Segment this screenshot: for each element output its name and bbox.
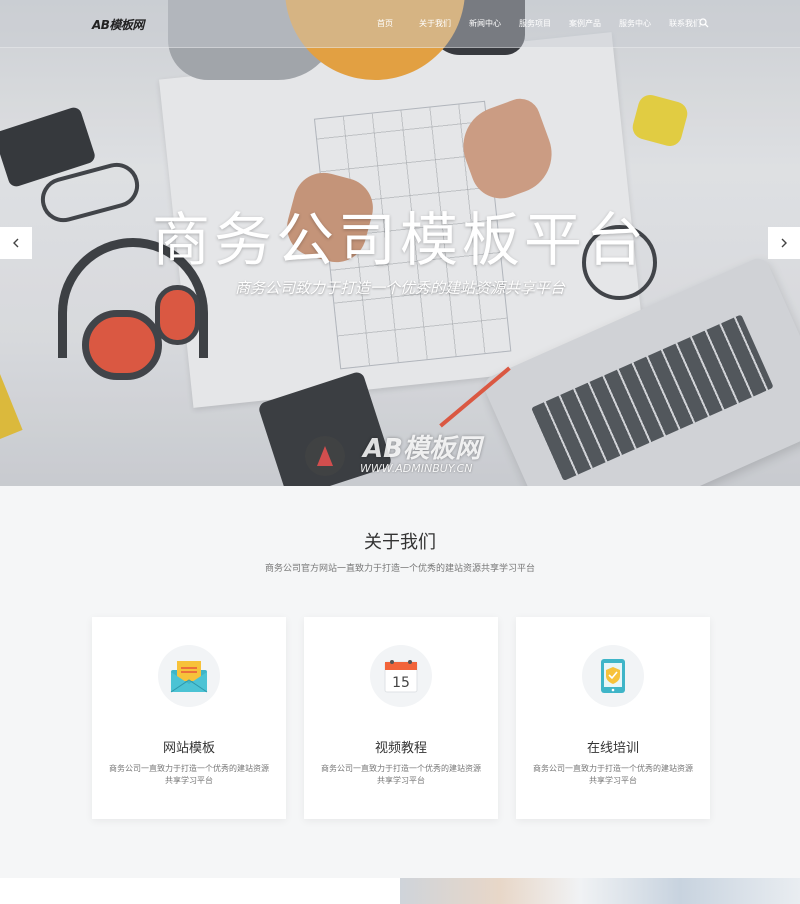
card-desc: 商务公司一直致力于打造一个优秀的建站资源共享学习平台 [109, 764, 269, 785]
next-section-image [400, 878, 800, 904]
navbar: AB模板网 首页 关于我们 新闻中心 服务项目 案例产品 服务中心 联系我们 [0, 0, 800, 48]
feature-card-templates[interactable]: 网站模板 商务公司一直致力于打造一个优秀的建站资源共享学习平台 [92, 617, 286, 819]
hero-title: 商务公司模板平台 [151, 206, 648, 274]
feature-card-videos[interactable]: 15 视频教程 商务公司一直致力于打造一个优秀的建站资源共享学习平台 [304, 617, 498, 819]
watermark-text: AB模板网 [363, 434, 481, 464]
card-desc: 商务公司一直致力于打造一个优秀的建站资源共享学习平台 [321, 764, 481, 785]
nav-item-about[interactable]: 关于我们 [410, 18, 460, 29]
envelope-icon [158, 645, 220, 707]
search-icon[interactable] [699, 18, 709, 28]
watermark-url: WWW.ADMINBUY.CN [360, 462, 473, 475]
card-title: 视频教程 [374, 741, 427, 756]
slider-prev-button[interactable] [0, 227, 32, 259]
chevron-left-icon [13, 238, 19, 248]
tablet-shield-icon [582, 645, 644, 707]
nav-item-news[interactable]: 新闻中心 [460, 18, 510, 29]
calendar-icon: 15 [370, 645, 432, 707]
card-desc: 商务公司一直致力于打造一个优秀的建站资源共享学习平台 [533, 764, 693, 785]
nav-item-cases[interactable]: 案例产品 [560, 18, 610, 29]
site-logo[interactable]: AB模板网 [92, 16, 144, 33]
about-title: 关于我们 [364, 532, 436, 553]
watermark-logo-icon [305, 436, 345, 476]
nav-item-services[interactable]: 服务项目 [510, 18, 560, 29]
calendar-day: 15 [392, 675, 410, 691]
feature-card-training[interactable]: 在线培训 商务公司一直致力于打造一个优秀的建站资源共享学习平台 [516, 617, 710, 819]
hero-subtitle: 商务公司致力于打造一个优秀的建站资源共享平台 [234, 279, 565, 297]
hero-banner: 商务公司模板平台 商务公司致力于打造一个优秀的建站资源共享平台 AB模板网 WW… [0, 0, 800, 486]
chevron-right-icon [781, 238, 787, 248]
nav-item-home[interactable]: 首页 [360, 18, 410, 29]
watermark: AB模板网 WWW.ADMINBUY.CN [305, 428, 505, 486]
slider-next-button[interactable] [768, 227, 800, 259]
card-title: 在线培训 [586, 741, 639, 756]
nav-item-service-center[interactable]: 服务中心 [610, 18, 660, 29]
nav-menu: 首页 关于我们 新闻中心 服务项目 案例产品 服务中心 联系我们 [360, 18, 710, 29]
card-title: 网站模板 [162, 741, 215, 756]
about-subtitle: 商务公司官方网站一直致力于打造一个优秀的建站资源共享学习平台 [264, 564, 535, 574]
